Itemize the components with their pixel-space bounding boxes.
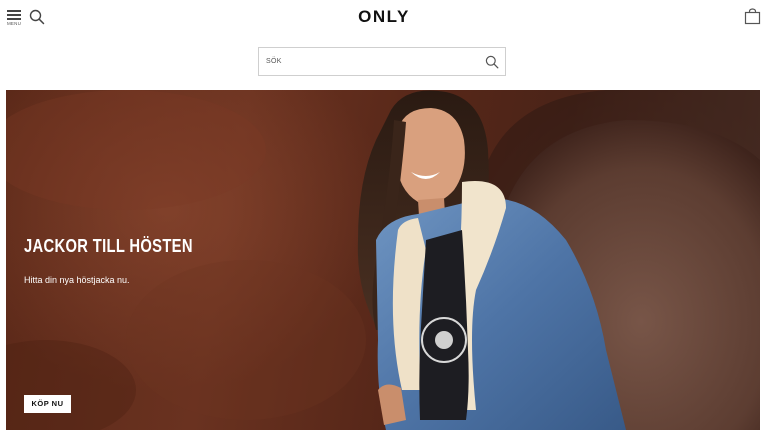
- hero-subtitle: Hitta din nya höstjacka nu.: [24, 275, 130, 285]
- menu-label: MENU: [6, 21, 22, 26]
- search-icon: [29, 9, 45, 25]
- menu-button[interactable]: MENU: [6, 9, 22, 26]
- hero-title: JACKOR TILL HÖSTEN: [24, 236, 193, 256]
- site-header: MENU ONLY: [0, 0, 768, 36]
- shopping-bag-icon: [744, 8, 761, 25]
- model-photo: [357, 90, 626, 430]
- search-icon[interactable]: [485, 55, 499, 69]
- search-placeholder: SÖK: [266, 58, 282, 65]
- hero-banner[interactable]: JACKOR TILL HÖSTEN Hitta din nya höstjac…: [6, 90, 760, 430]
- header-search-button[interactable]: [29, 9, 45, 25]
- search-input[interactable]: SÖK: [258, 47, 506, 76]
- shop-now-button[interactable]: KÖP NU: [24, 395, 71, 413]
- shopping-bag-button[interactable]: [744, 8, 761, 25]
- brand-logo[interactable]: ONLY: [334, 7, 434, 27]
